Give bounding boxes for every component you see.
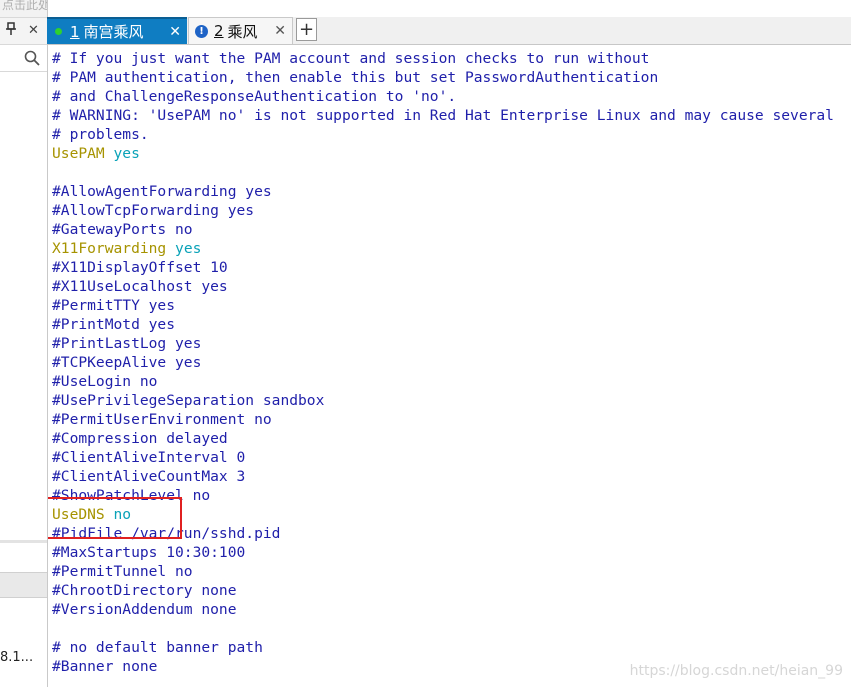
- terminal-line: #AllowAgentForwarding yes: [52, 183, 272, 200]
- terminal-line: #UsePrivilegeSeparation sandbox: [52, 392, 325, 409]
- terminal-line: #MaxStartups 10:30:100: [52, 544, 246, 561]
- add-tab-button[interactable]: +: [296, 18, 317, 41]
- terminal-line: #GatewayPorts no: [52, 221, 193, 238]
- tab-label: 南宫乘风: [83, 23, 144, 41]
- sidebar-hint-text: 点击此处的请文文指: [2, 0, 47, 12]
- config-key: X11Forwarding: [52, 240, 167, 257]
- sidebar-panel-header: [0, 572, 47, 598]
- config-key: UseDNS: [52, 506, 105, 523]
- search-icon[interactable]: [24, 50, 40, 66]
- session-sidebar: 点击此处的请文文指 ✕ 8.1...: [0, 0, 48, 687]
- sidebar-toolbar: ✕: [0, 18, 47, 45]
- session-tab-bar: 1 南宫乘风 ✕ ! 2 乘风 ✕ +: [47, 17, 851, 45]
- pin-icon[interactable]: [5, 22, 17, 42]
- terminal-line: #ShowPatchLevel no: [52, 487, 211, 504]
- terminal-line: UseDNS no: [52, 505, 834, 524]
- terminal-lines: # If you just want the PAM account and s…: [52, 49, 834, 676]
- connected-status-icon: [55, 28, 62, 35]
- watermark-text: https://blog.csdn.net/heian_99: [629, 663, 843, 679]
- close-icon[interactable]: ✕: [28, 22, 39, 40]
- terminal-line: #PermitUserEnvironment no: [52, 411, 272, 428]
- terminal-line: #PidFile /var/run/sshd.pid: [52, 525, 281, 542]
- terminal-line: #ClientAliveInterval 0: [52, 449, 246, 466]
- terminal-line: # If you just want the PAM account and s…: [52, 50, 650, 67]
- terminal-output[interactable]: # If you just want the PAM account and s…: [48, 45, 851, 687]
- terminal-line: #PermitTunnel no: [52, 563, 193, 580]
- terminal-line: #ChrootDirectory none: [52, 582, 237, 599]
- sidebar-splitter[interactable]: [0, 540, 47, 543]
- terminal-line: #PrintLastLog yes: [52, 335, 202, 352]
- terminal-line: #VersionAddendum none: [52, 601, 237, 618]
- tab-close-icon[interactable]: ✕: [274, 22, 286, 40]
- sidebar-list-item[interactable]: 8.1...: [0, 650, 33, 665]
- terminal-line: #TCPKeepAlive yes: [52, 354, 202, 371]
- terminal-line: # PAM authentication, then enable this b…: [52, 69, 659, 86]
- config-value: no: [113, 506, 132, 523]
- warning-status-icon: !: [195, 24, 208, 38]
- sidebar-search-field[interactable]: [0, 45, 47, 72]
- terminal-line: X11Forwarding yes: [52, 239, 834, 258]
- terminal-line: UsePAM yes: [52, 144, 834, 163]
- terminal-line: #X11DisplayOffset 10: [52, 259, 228, 276]
- terminal-line: #X11UseLocalhost yes: [52, 278, 228, 295]
- terminal-line: #PrintMotd yes: [52, 316, 176, 333]
- config-value: yes: [175, 240, 202, 257]
- terminal-line: #Compression delayed: [52, 430, 228, 447]
- tab-session-2[interactable]: ! 2 乘风 ✕: [188, 17, 293, 44]
- terminal-line: #ClientAliveCountMax 3: [52, 468, 246, 485]
- terminal-line: # WARNING: 'UsePAM no' is not supported …: [52, 107, 834, 124]
- tab-number: 2: [214, 22, 224, 40]
- tab-session-1[interactable]: 1 南宫乘风 ✕: [47, 17, 187, 44]
- terminal-line: #AllowTcpForwarding yes: [52, 202, 255, 219]
- terminal-line: # problems.: [52, 126, 149, 143]
- tab-number: 1: [70, 22, 80, 41]
- sidebar-hint-strip: 点击此处的请文文指: [0, 0, 47, 18]
- terminal-line: # no default banner path: [52, 639, 263, 656]
- tab-close-icon[interactable]: ✕: [169, 23, 181, 41]
- terminal-line: # and ChallengeResponseAuthentication to…: [52, 88, 457, 105]
- config-key: UsePAM: [52, 145, 105, 162]
- terminal-line: #PermitTTY yes: [52, 297, 176, 314]
- config-value: yes: [113, 145, 140, 162]
- tab-label: 乘风: [227, 22, 258, 41]
- terminal-line: #UseLogin no: [52, 373, 158, 390]
